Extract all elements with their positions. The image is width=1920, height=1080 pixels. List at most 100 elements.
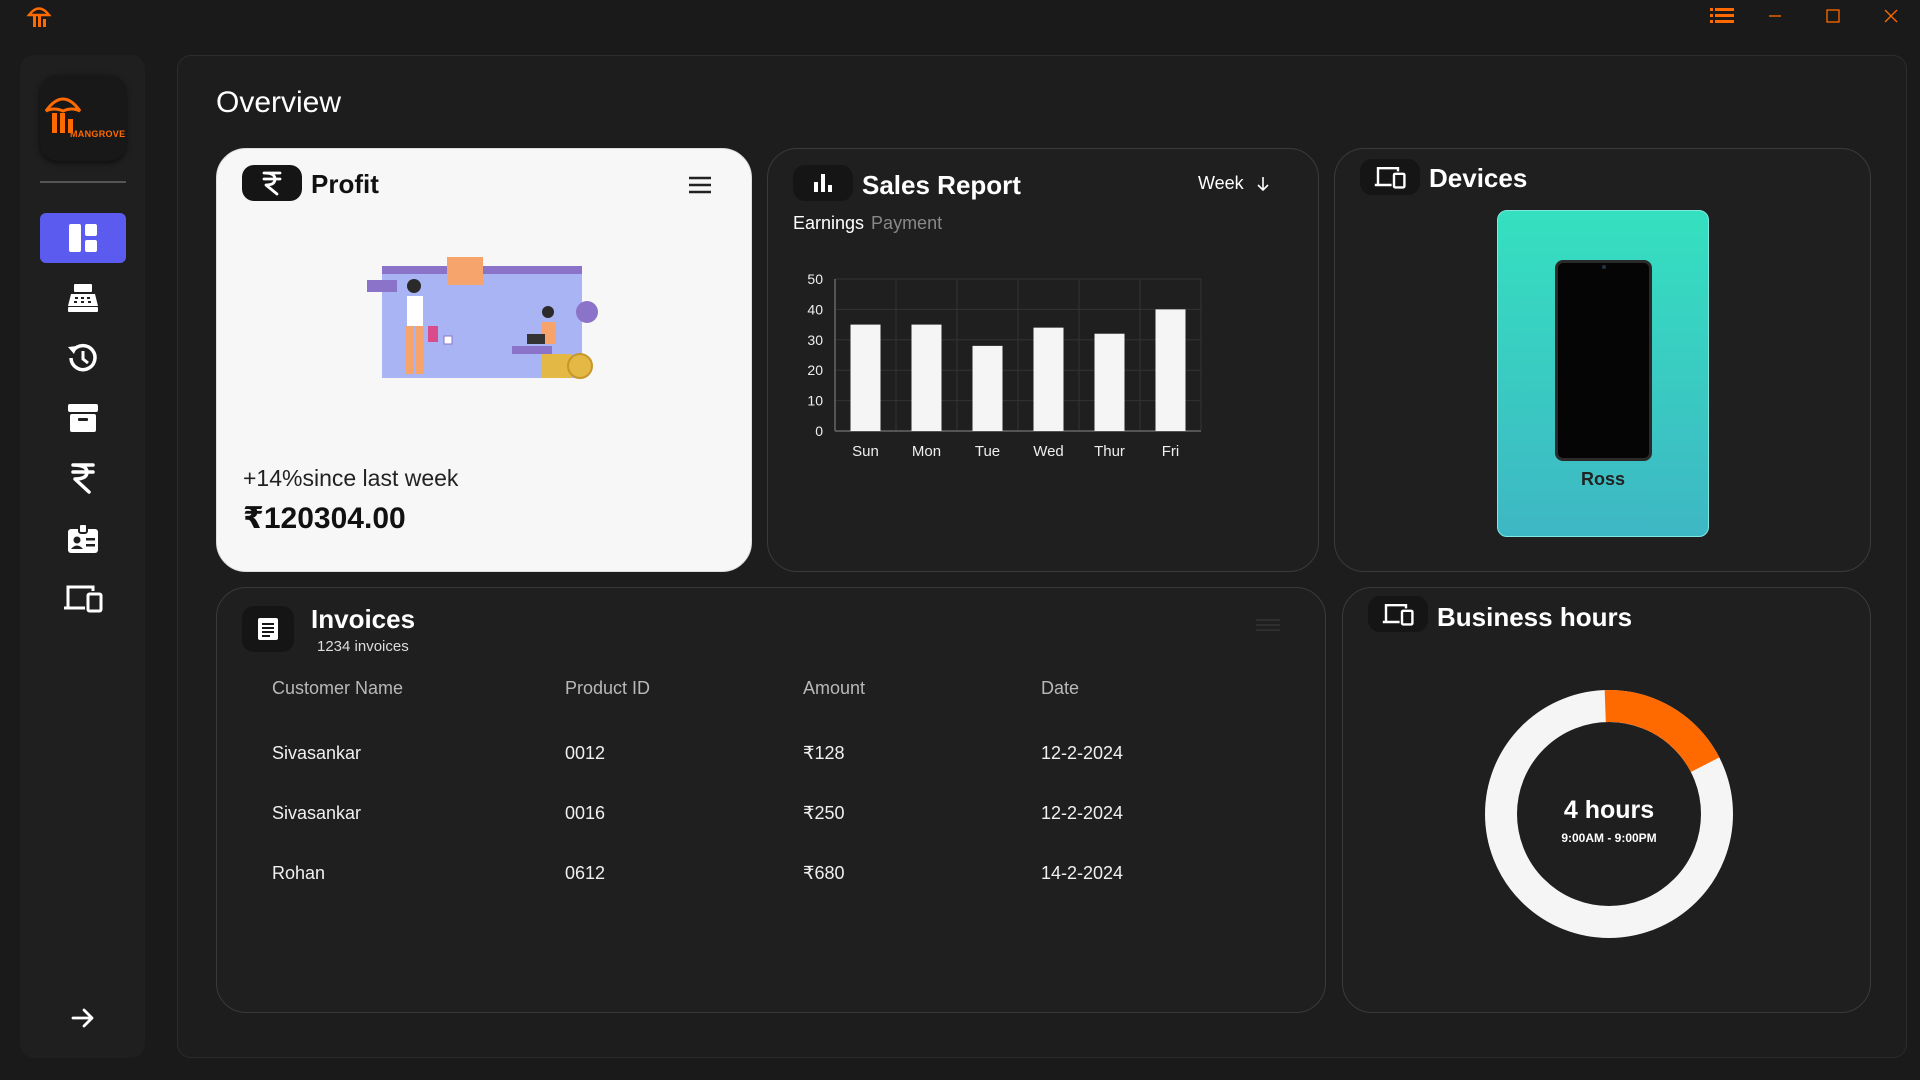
bar	[1094, 333, 1125, 431]
y-tick-label: 20	[807, 362, 823, 378]
tab-payment[interactable]: Payment	[871, 213, 942, 234]
arrow-down-icon	[1257, 176, 1269, 191]
dashboard-icon	[69, 224, 97, 252]
bar	[1155, 309, 1186, 431]
table-cell: ₹680	[803, 863, 845, 883]
bar	[1033, 327, 1064, 431]
x-tick-label: Fri	[1162, 443, 1180, 460]
page-title: Overview	[216, 86, 342, 119]
y-tick-label: 50	[807, 271, 823, 287]
sidebar-item-employees[interactable]	[40, 513, 126, 563]
table-cell: ₹250	[803, 803, 845, 823]
sales-icon-badge	[793, 165, 853, 201]
profit-title: Profit	[311, 169, 379, 199]
arrow-right-icon	[71, 1008, 94, 1028]
devices-icon	[1374, 167, 1406, 189]
business-illustration	[367, 257, 598, 379]
list-icon[interactable]	[1707, 4, 1737, 28]
sidebar-item-archive[interactable]	[40, 393, 126, 443]
column-header-date: Date	[1041, 678, 1080, 698]
y-tick-label: 30	[807, 332, 823, 348]
close-icon[interactable]	[1876, 4, 1906, 28]
expand-sidebar-button[interactable]	[68, 1003, 98, 1033]
invoice-count: 1234 invoices	[317, 638, 409, 655]
profit-icon-badge	[242, 165, 302, 201]
table-cell: 12-2-2024	[1041, 743, 1124, 763]
column-header-amount: Amount	[803, 678, 866, 698]
x-tick-label: Mon	[912, 443, 941, 460]
x-tick-label: Sun	[852, 443, 879, 460]
invoices-card: Invoices 1234 invoices Customer Name Pro…	[216, 587, 1326, 1013]
table-cell: 12-2-2024	[1041, 803, 1124, 823]
x-tick-label: Thur	[1094, 443, 1125, 460]
id-badge-icon	[68, 523, 98, 553]
x-tick-label: Wed	[1033, 443, 1064, 460]
brand-logo[interactable]: MANGROVE	[40, 75, 126, 161]
receipt-icon	[258, 618, 278, 640]
period-select[interactable]: Week	[1198, 173, 1270, 194]
mangrove-logo-icon	[26, 7, 52, 27]
y-tick-label: 40	[807, 301, 823, 317]
table-cell: Rohan	[272, 863, 326, 883]
cash-register-icon	[68, 284, 98, 312]
sidebar-item-dashboard[interactable]	[40, 213, 126, 263]
phone-image	[1555, 260, 1652, 461]
table-cell: Sivasankar	[272, 743, 362, 763]
hamburger-menu-icon[interactable]	[1255, 618, 1281, 632]
bar	[911, 324, 942, 431]
table-cell: 0012	[565, 743, 606, 763]
bar	[972, 345, 1003, 431]
sales-bar-chart: 0 10 20 30 40 50 Sun Mon Tue Wed Thur Fri	[807, 271, 1202, 460]
sidebar-item-history[interactable]	[40, 333, 126, 383]
device-name: Ross	[1580, 469, 1625, 489]
y-tick-label: 0	[815, 423, 823, 439]
column-header-customer: Customer Name	[272, 678, 404, 698]
table-cell: ₹128	[803, 743, 845, 763]
devices-icon	[1382, 604, 1414, 626]
devices-card: Devices Ross	[1334, 148, 1871, 572]
tab-earnings[interactable]: Earnings	[793, 213, 864, 234]
bar-chart-icon	[814, 174, 832, 192]
table-cell: Sivasankar	[272, 803, 362, 823]
hamburger-menu-icon[interactable]	[687, 174, 713, 196]
rupee-icon	[71, 463, 95, 494]
hours-donut: 4 hours 9:00AM - 9:00PM	[1483, 688, 1735, 940]
invoices-icon-badge	[242, 606, 294, 652]
x-tick-label: Tue	[975, 443, 1000, 460]
hours-range: 9:00AM - 9:00PM	[1561, 831, 1657, 845]
sidebar-item-payments[interactable]	[40, 453, 126, 503]
sales-report-card: Sales Report Week Earnings Payment 0 10 20…	[767, 148, 1319, 572]
sidebar-divider	[40, 181, 126, 183]
business-hours-title: Business hours	[1437, 602, 1633, 632]
table-cell: 0016	[565, 803, 606, 823]
hours-icon-badge	[1368, 596, 1428, 632]
sidebar-item-billing[interactable]	[40, 273, 126, 323]
brand-name: MANGROVE	[70, 129, 126, 139]
archive-icon	[68, 404, 98, 432]
maximize-icon[interactable]	[1818, 4, 1848, 28]
y-tick-label: 10	[807, 393, 823, 409]
title-bar	[0, 0, 1920, 40]
minimize-icon[interactable]	[1760, 4, 1790, 28]
device-tile[interactable]: Ross	[1497, 210, 1709, 537]
column-header-product-id: Product ID	[565, 678, 651, 698]
history-icon	[68, 343, 97, 372]
period-select-value: Week	[1198, 173, 1244, 193]
devices-icon	[64, 585, 103, 613]
profit-card: Profit +14%since last week ₹120304.00	[216, 148, 752, 572]
sales-tabs: Earnings Payment	[793, 213, 942, 234]
devices-title: Devices	[1429, 163, 1528, 193]
table-cell: 0612	[565, 863, 606, 883]
bar	[850, 324, 881, 431]
devices-icon-badge	[1360, 159, 1420, 195]
invoices-title: Invoices	[311, 604, 416, 634]
rupee-icon	[262, 171, 282, 196]
profit-amount: ₹120304.00	[243, 502, 406, 535]
sidebar-item-devices[interactable]	[40, 573, 126, 623]
main-content: Overview Profit +14%since last week ₹120…	[177, 55, 1907, 1058]
sales-title: Sales Report	[862, 170, 1021, 200]
business-hours-card: Business hours 4 hours 9:00AM - 9:00PM	[1342, 587, 1871, 1013]
profit-growth-text: +14%since last week	[243, 465, 459, 491]
sidebar: MANGROVE	[20, 55, 145, 1058]
table-cell: 14-2-2024	[1041, 863, 1124, 883]
